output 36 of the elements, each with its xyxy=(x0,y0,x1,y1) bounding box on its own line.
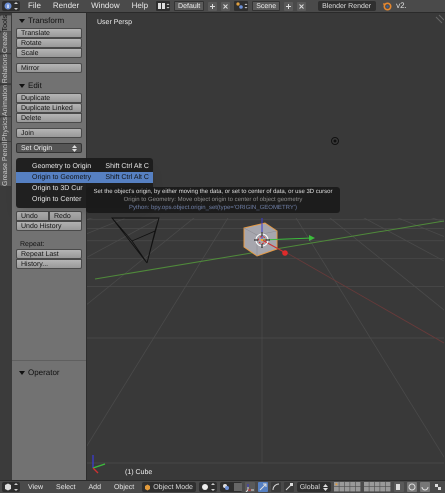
updown-arrows-icon xyxy=(323,484,328,490)
menu-item[interactable]: File xyxy=(24,2,45,10)
blender-logo-icon xyxy=(382,1,392,11)
axis-widget-drawing xyxy=(92,455,106,474)
section-title: Transform xyxy=(28,16,64,24)
pivot-point-icon[interactable] xyxy=(220,482,242,492)
manipulator-axes-icon[interactable] xyxy=(244,482,255,492)
lamp-icon xyxy=(331,137,339,145)
layer-grid[interactable] xyxy=(364,482,391,492)
menu-item[interactable]: Window xyxy=(87,2,124,10)
updown-arrows-icon xyxy=(72,144,77,152)
disclosure-triangle-icon[interactable] xyxy=(19,370,25,376)
cube-drawing xyxy=(244,218,315,257)
close-icon[interactable] xyxy=(221,2,230,10)
close-icon[interactable] xyxy=(297,2,306,10)
add-icon[interactable] xyxy=(284,2,294,10)
cube-icon xyxy=(144,484,152,490)
disclosure-triangle-icon[interactable] xyxy=(19,82,25,88)
menu-item[interactable]: Help xyxy=(128,2,152,10)
version-label: v2. xyxy=(396,2,407,10)
scene-icon[interactable] xyxy=(234,1,248,11)
info-editor-icon[interactable] xyxy=(2,1,20,11)
section-title: Edit xyxy=(28,82,42,90)
scale-icon[interactable] xyxy=(284,482,294,492)
camera-drawing xyxy=(112,218,160,264)
disclosure-triangle-icon[interactable] xyxy=(19,18,25,24)
menu-item[interactable]: Render xyxy=(48,2,84,10)
add-icon[interactable] xyxy=(208,2,218,10)
snap-element-icon[interactable] xyxy=(433,482,443,492)
translate-arrow-icon[interactable] xyxy=(258,482,268,492)
corner-handle-icon[interactable] xyxy=(436,14,444,24)
rotate-arc-icon[interactable] xyxy=(270,482,281,492)
editor-type-icon[interactable] xyxy=(2,482,20,492)
section-title: Operator xyxy=(28,368,60,376)
layer-grid[interactable] xyxy=(334,482,361,492)
screen-layout-icon[interactable] xyxy=(156,1,170,11)
